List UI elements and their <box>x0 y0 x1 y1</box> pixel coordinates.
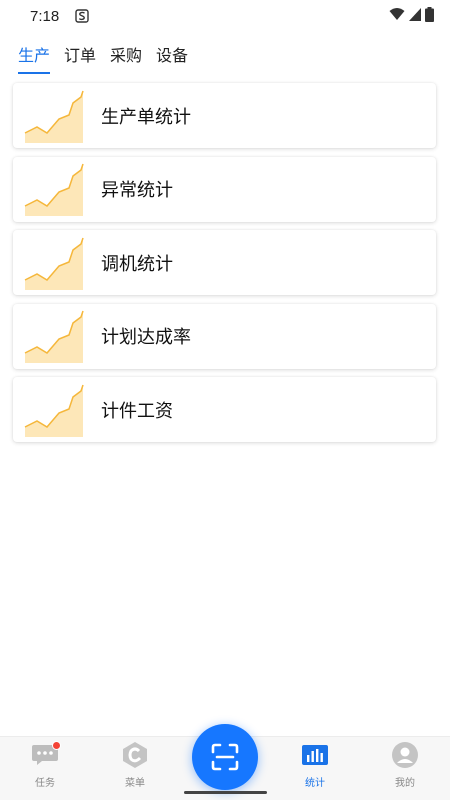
card-label: 异常统计 <box>101 180 173 201</box>
area-chart-icon <box>24 237 84 290</box>
bar-chart-icon <box>301 741 329 769</box>
card-label: 调机统计 <box>101 253 173 275</box>
nav-item-profile[interactable]: 我的 <box>370 741 440 789</box>
scan-button[interactable] <box>192 724 258 790</box>
status-time: 7:18 <box>30 7 60 25</box>
nav-label: 我的 <box>395 778 415 789</box>
tab-production[interactable]: 生产 <box>18 42 51 74</box>
user-icon <box>391 741 419 769</box>
tab-bar: 生产 订单 采购 设备 <box>18 42 188 74</box>
statistics-card-list: 生产单统计 异常统计 调机统计 计划达成率 计件工资 <box>13 83 436 451</box>
area-chart-icon <box>24 90 84 143</box>
nav-item-menu[interactable]: 菜单 <box>100 741 170 789</box>
tab-purchasing[interactable]: 采购 <box>110 42 142 74</box>
menu-logo-icon <box>121 741 149 769</box>
card-label: 计划达成率 <box>101 327 191 348</box>
wifi-icon <box>389 7 405 25</box>
area-chart-icon <box>24 384 84 437</box>
sync-icon <box>75 9 89 23</box>
card-machine-adjustment-stats[interactable]: 调机统计 <box>13 230 436 295</box>
nav-label: 任务 <box>35 778 55 789</box>
card-label: 生产单统计 <box>101 106 191 128</box>
status-bar: 7:18 <box>0 0 450 32</box>
home-indicator[interactable] <box>184 791 267 794</box>
area-chart-icon <box>24 310 84 363</box>
scan-icon <box>211 743 239 771</box>
notification-badge <box>52 741 61 750</box>
card-exception-stats[interactable]: 异常统计 <box>13 156 436 222</box>
nav-label: 菜单 <box>125 778 145 789</box>
signal-icon <box>409 7 421 25</box>
tab-orders[interactable]: 订单 <box>64 42 96 74</box>
card-label: 计件工资 <box>101 400 173 422</box>
nav-label: 统计 <box>305 778 325 789</box>
status-icons <box>389 6 434 26</box>
area-chart-icon <box>24 163 84 216</box>
card-piece-rate-wages[interactable]: 计件工资 <box>13 377 436 442</box>
tab-equipment[interactable]: 设备 <box>156 42 188 74</box>
card-production-order-stats[interactable]: 生产单统计 <box>13 83 436 148</box>
card-plan-achievement-rate[interactable]: 计划达成率 <box>13 303 436 369</box>
nav-item-statistics[interactable]: 统计 <box>280 741 350 789</box>
battery-icon <box>425 6 434 26</box>
nav-item-tasks[interactable]: 任务 <box>10 741 80 789</box>
